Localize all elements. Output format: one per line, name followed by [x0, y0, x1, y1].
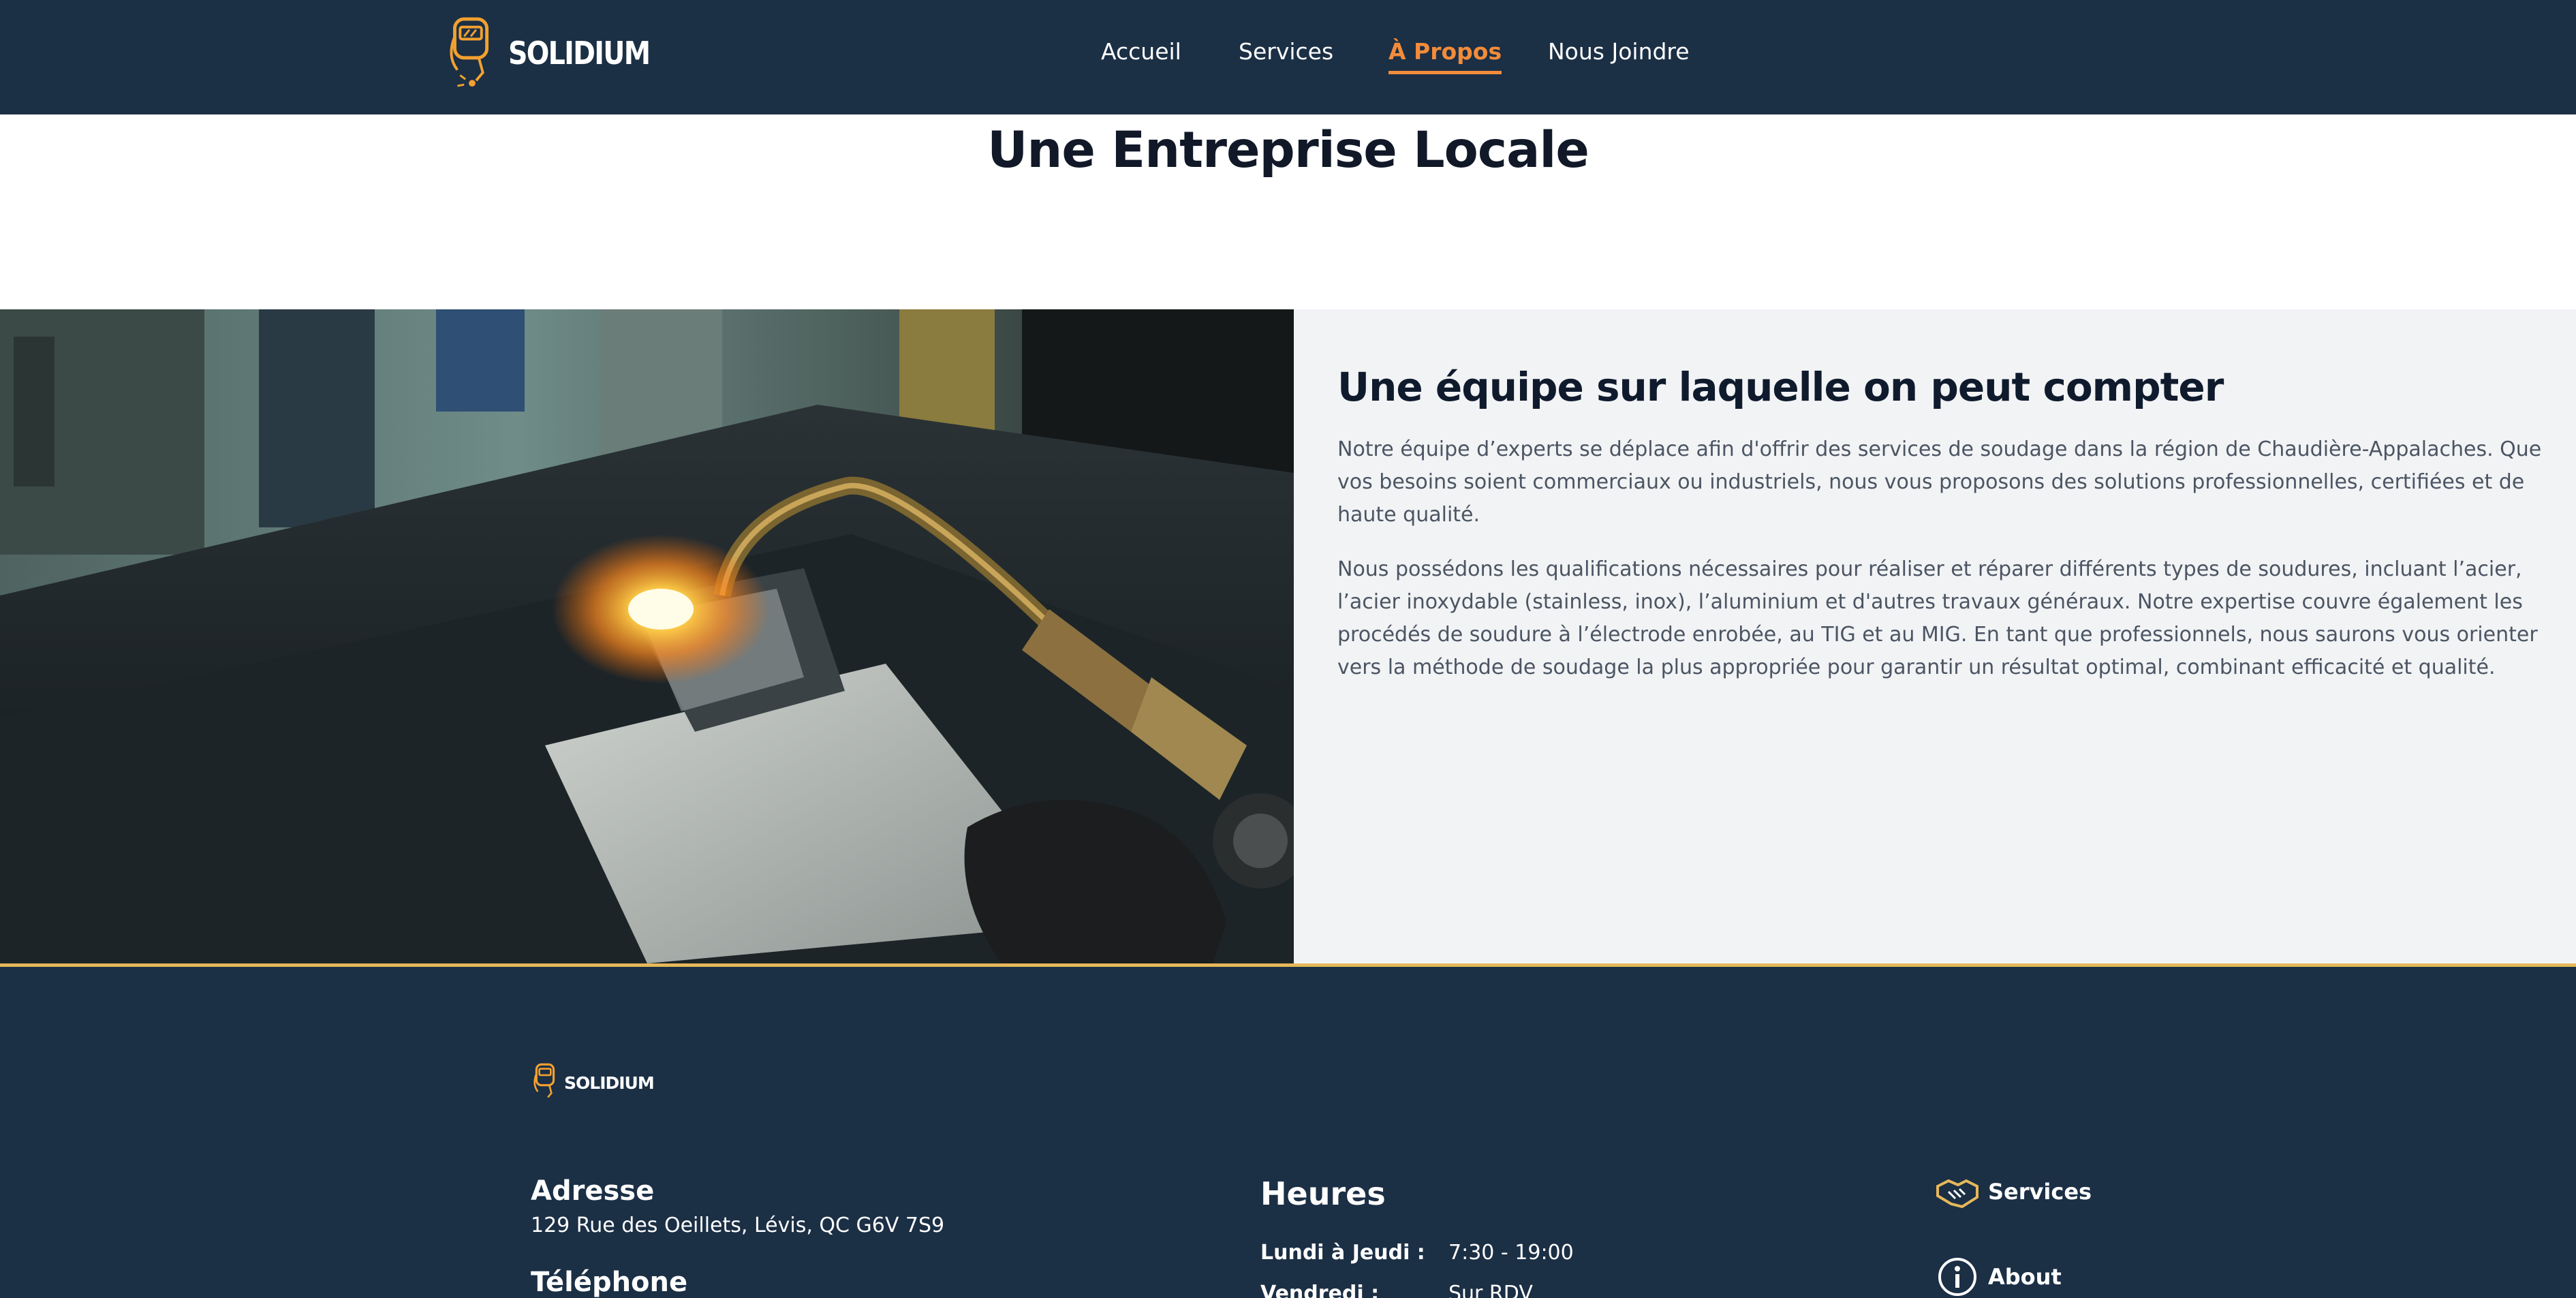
hours-day: Vendredi :	[1260, 1282, 1380, 1298]
welding-illustration	[0, 309, 1294, 963]
footer-logo[interactable]: SOLIDIUM	[531, 1062, 655, 1103]
hours-row: Vendredi : Sur RDV	[1260, 1282, 1533, 1298]
nav-services[interactable]: Services	[1239, 35, 1333, 68]
hours-row: Lundi à Jeudi : 7:30 - 19:00	[1260, 1241, 1574, 1265]
brand-name: SOLIDIUM	[508, 35, 651, 72]
handshake-icon	[1936, 1179, 1978, 1209]
hours-time: 7:30 - 19:00	[1448, 1241, 1574, 1265]
welder-mask-icon	[533, 1063, 555, 1098]
page-title: Une Entreprise Locale	[987, 121, 1589, 179]
brand-logo[interactable]: SOLIDIUM	[444, 16, 672, 90]
hours-heading: Heures	[1260, 1175, 1386, 1212]
footer-link-label: About	[1988, 1264, 2062, 1290]
nav-accueil[interactable]: Accueil	[1101, 35, 1181, 68]
site-footer: SOLIDIUM Adresse 129 Rue des Oeillets, L…	[0, 967, 2576, 1298]
address-heading: Adresse	[531, 1175, 655, 1207]
section-heading: Une équipe sur laquelle on peut compter	[1337, 364, 2224, 410]
address-text: 129 Rue des Oeillets, Lévis, QC G6V 7S9	[531, 1214, 945, 1237]
footer-link-label: Services	[1988, 1179, 2092, 1205]
paragraph-qualifications: Nous possédons les qualifications nécess…	[1337, 557, 2538, 679]
info-icon	[1938, 1258, 1976, 1296]
hours-day: Lundi à Jeudi :	[1260, 1241, 1425, 1265]
paragraph-intro: Notre équipe d’experts se déplace afin d…	[1337, 437, 2542, 527]
site-header: SOLIDIUM Accueil Services À Propos Nous …	[0, 0, 2576, 114]
welder-mask-icon	[450, 17, 489, 87]
hours-time: Sur RDV	[1448, 1282, 1533, 1298]
team-text: Une équipe sur laquelle on peut compter …	[1337, 364, 2571, 706]
team-section: Une équipe sur laquelle on peut compter …	[0, 309, 2576, 963]
nav-a-propos[interactable]: À Propos	[1388, 35, 1502, 74]
nav-nous-joindre[interactable]: Nous Joindre	[1548, 35, 1690, 68]
footer-link-about[interactable]: About	[1935, 1256, 2062, 1297]
footer-brand-name: SOLIDIUM	[564, 1072, 655, 1093]
welding-photo	[0, 309, 1294, 963]
footer-link-services[interactable]: Services	[1935, 1171, 2092, 1212]
phone-heading: Téléphone	[531, 1267, 688, 1298]
